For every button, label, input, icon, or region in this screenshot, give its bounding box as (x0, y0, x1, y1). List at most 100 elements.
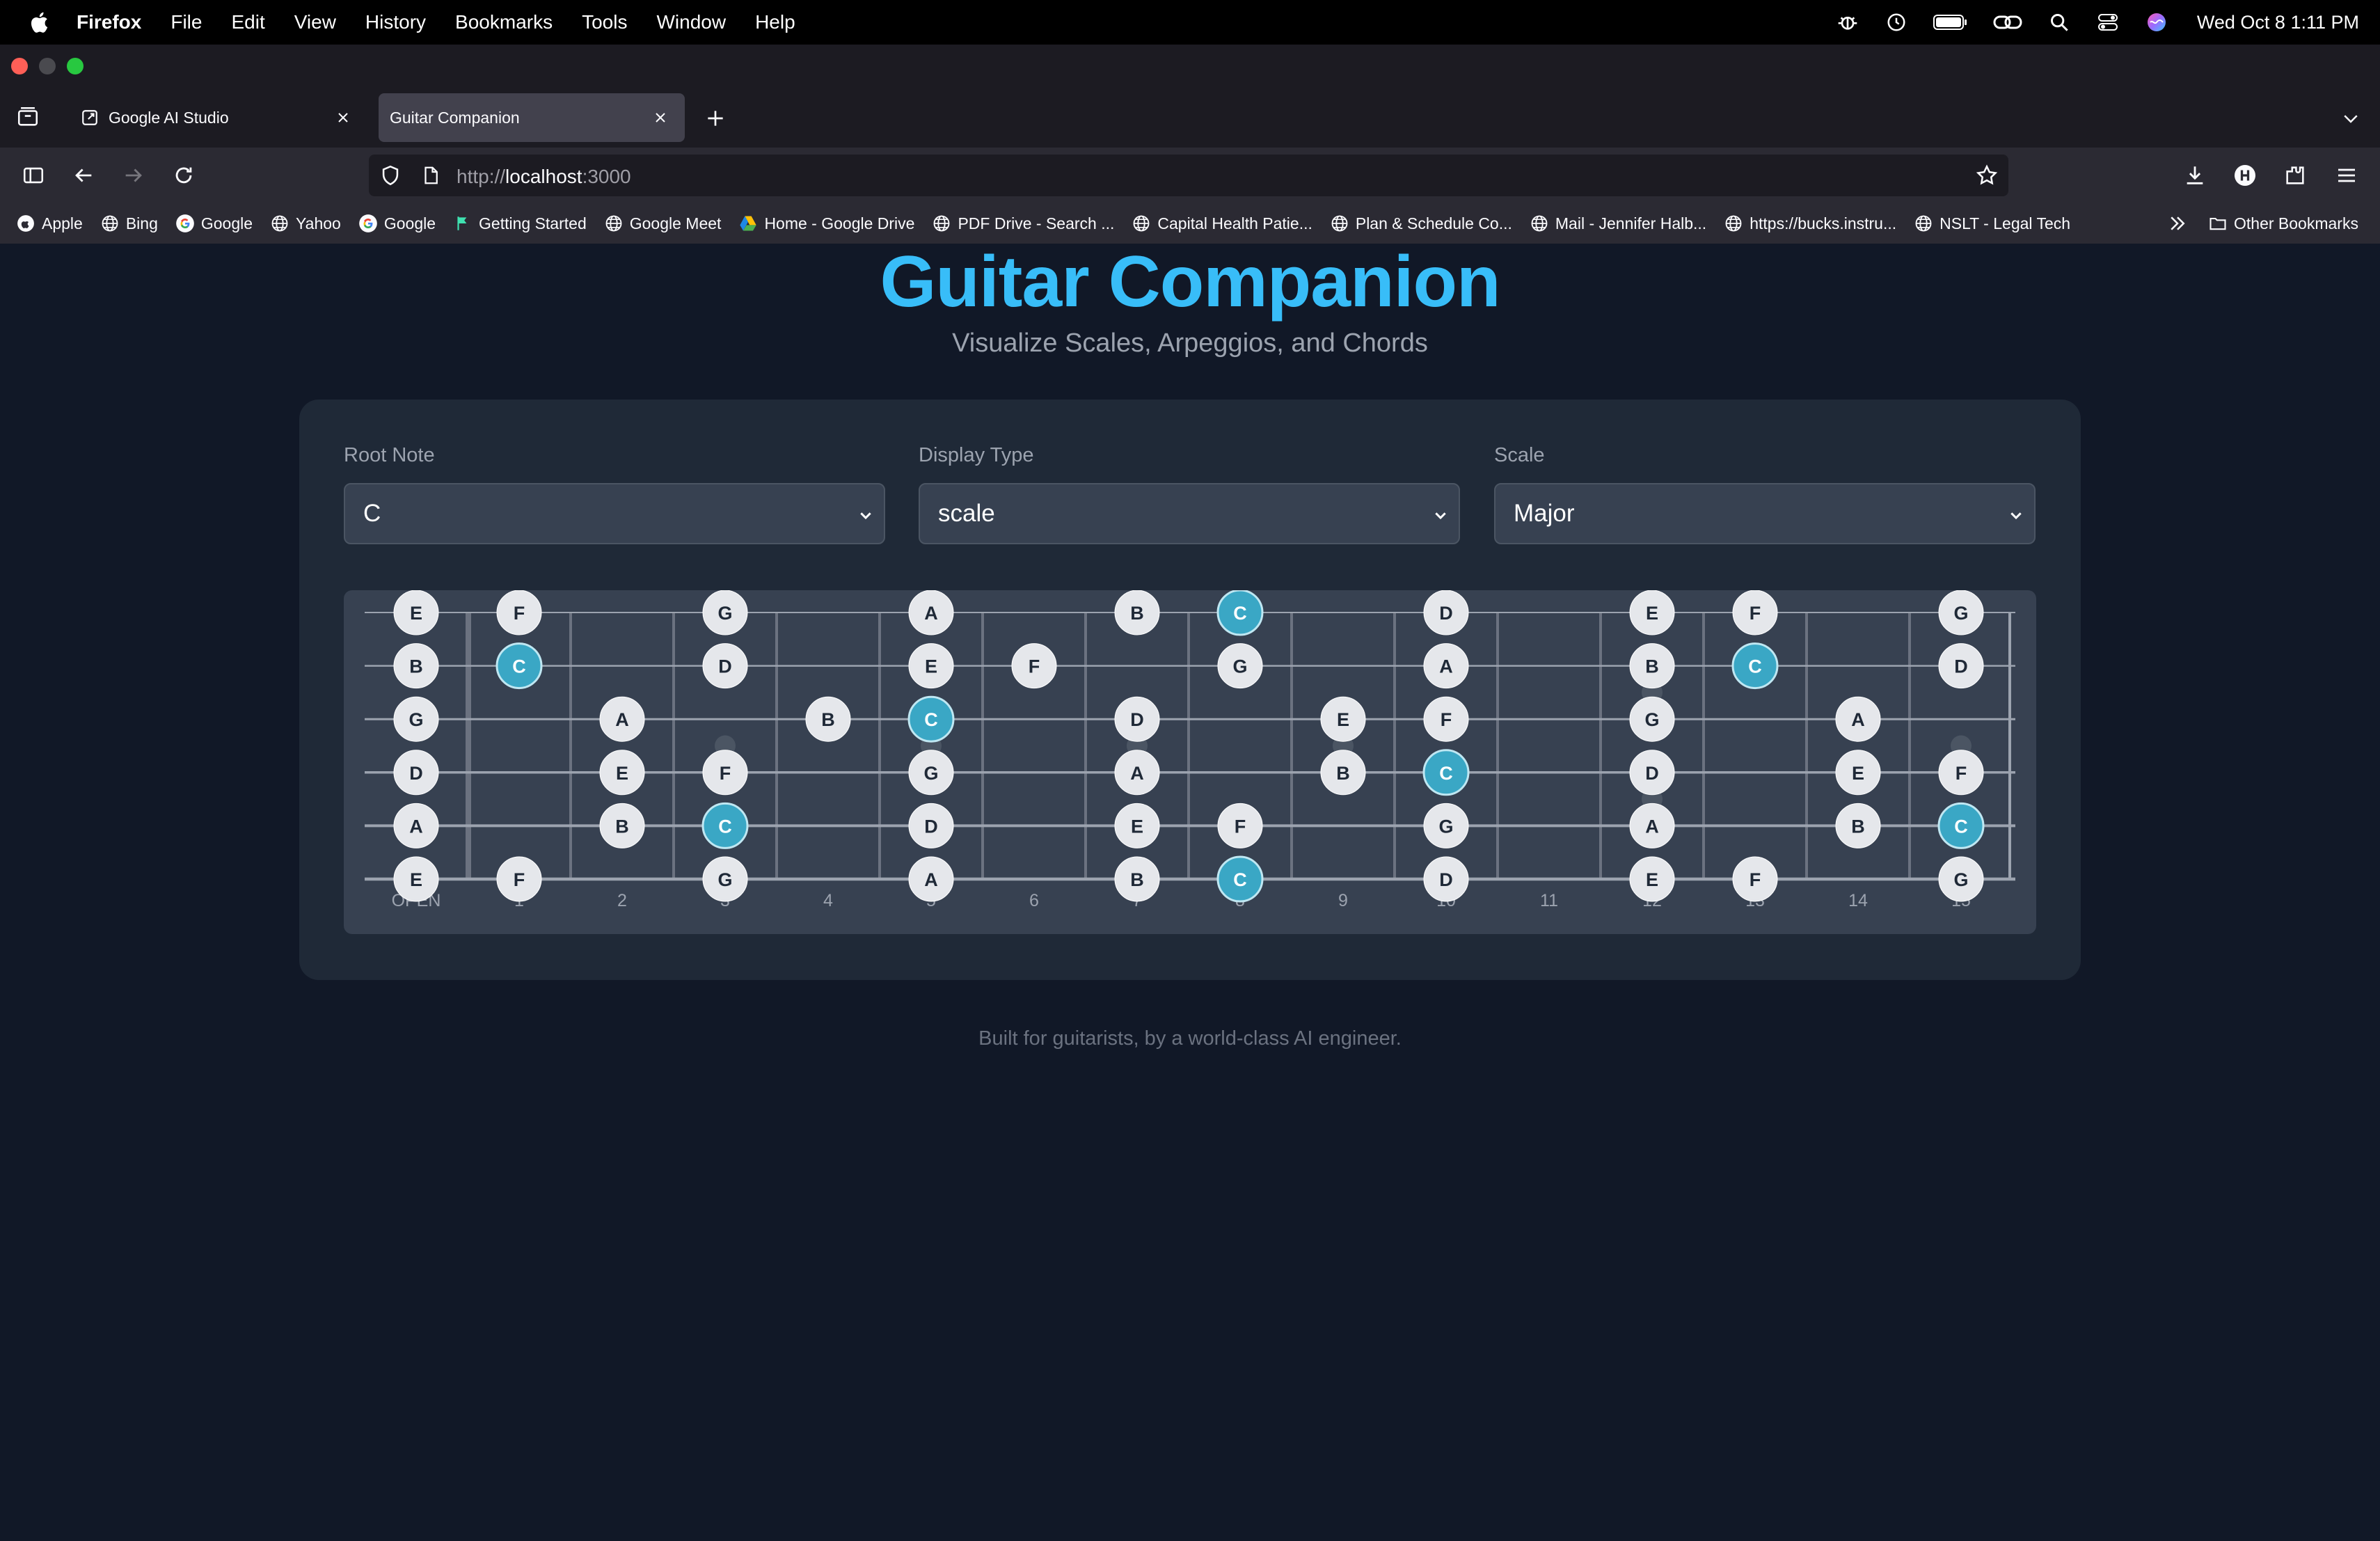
bookmark-item[interactable]: Mail - Jennifer Halb... (1529, 213, 1706, 234)
scale-note-marker[interactable]: E (1320, 696, 1366, 742)
other-bookmarks-folder[interactable]: Other Bookmarks (2207, 213, 2358, 234)
scale-note-marker[interactable]: D (1423, 856, 1469, 902)
scale-note-marker[interactable]: D (908, 803, 954, 848)
scale-note-marker[interactable]: B (805, 696, 851, 742)
root-note-marker[interactable]: C (495, 642, 543, 690)
root-note-marker[interactable]: C (1937, 802, 1985, 849)
bookmark-item[interactable]: Yahoo (269, 213, 341, 234)
bookmark-item[interactable]: Google (175, 213, 253, 234)
scale-note-marker[interactable]: F (1732, 856, 1778, 902)
scale-note-marker[interactable]: B (1320, 750, 1366, 796)
scale-note-marker[interactable]: F (496, 856, 542, 902)
scale-note-marker[interactable]: E (1629, 590, 1675, 635)
scale-note-marker[interactable]: E (599, 750, 645, 796)
scale-note-marker[interactable]: D (393, 750, 439, 796)
menu-window[interactable]: Window (656, 11, 726, 33)
bookmark-item[interactable]: Google (358, 213, 436, 234)
scale-note-marker[interactable]: G (1423, 803, 1469, 848)
scale-note-marker[interactable]: F (1217, 803, 1263, 848)
tab-google-ai-studio[interactable]: Google AI Studio (67, 93, 367, 142)
url-text[interactable]: http://localhost:3000 (457, 166, 631, 188)
scale-note-marker[interactable]: G (702, 856, 748, 902)
scale-note-marker[interactable]: E (1835, 750, 1881, 796)
menu-history[interactable]: History (365, 11, 426, 33)
bookmark-item[interactable]: NSLT - Legal Tech (1913, 213, 2070, 234)
root-note-marker[interactable]: C (907, 695, 955, 743)
close-tab-icon[interactable] (331, 106, 355, 129)
menu-edit[interactable]: Edit (231, 11, 264, 33)
scale-note-marker[interactable]: G (393, 696, 439, 742)
forward-arrow-icon[interactable] (118, 160, 149, 191)
scale-note-marker[interactable]: A (908, 590, 954, 635)
root-note-marker[interactable]: C (1422, 749, 1470, 796)
scale-note-marker[interactable]: D (1423, 590, 1469, 635)
bookmark-item[interactable]: Google Meet (603, 213, 721, 234)
page-info-icon[interactable] (420, 164, 441, 187)
scale-note-marker[interactable]: B (1114, 590, 1160, 635)
scale-note-marker[interactable]: E (393, 590, 439, 635)
tab-guitar-companion[interactable]: Guitar Companion (379, 93, 685, 142)
scale-note-marker[interactable]: G (1629, 696, 1675, 742)
scale-note-marker[interactable]: G (1938, 590, 1984, 635)
hamburger-menu-icon[interactable] (2331, 160, 2362, 191)
scale-note-marker[interactable]: E (908, 643, 954, 689)
close-tab-icon[interactable] (649, 106, 672, 129)
link-icon[interactable] (1992, 11, 2023, 33)
bookmark-star-icon[interactable] (1975, 164, 1999, 187)
scale-note-marker[interactable]: A (393, 803, 439, 848)
scale-select[interactable]: Major (1494, 483, 2036, 544)
menubar-clock[interactable]: Wed Oct 8 1:11 PM (2197, 12, 2359, 33)
bookmark-item[interactable]: Plan & Schedule Co... (1329, 213, 1512, 234)
bookmark-item[interactable]: Getting Started (452, 213, 587, 234)
tab-list-icon[interactable] (13, 102, 43, 132)
root-note-marker[interactable]: C (1216, 855, 1264, 903)
scale-note-marker[interactable]: D (1938, 643, 1984, 689)
siri-icon[interactable] (2144, 11, 2169, 33)
scale-note-marker[interactable]: G (1938, 856, 1984, 902)
scale-note-marker[interactable]: G (908, 750, 954, 796)
root-note-select[interactable]: C (344, 483, 885, 544)
root-note-marker[interactable]: C (1731, 642, 1779, 690)
root-note-marker[interactable]: C (1216, 589, 1264, 636)
reload-icon[interactable] (168, 160, 199, 191)
display-type-select[interactable]: scale (919, 483, 1460, 544)
zoom-window-button[interactable] (67, 58, 84, 74)
scale-note-marker[interactable]: B (1114, 856, 1160, 902)
menu-help[interactable]: Help (755, 11, 795, 33)
url-bar[interactable]: http://localhost:3000 (369, 155, 2008, 196)
menu-tools[interactable]: Tools (582, 11, 627, 33)
menu-bookmarks[interactable]: Bookmarks (455, 11, 553, 33)
menu-view[interactable]: View (294, 11, 336, 33)
scale-note-marker[interactable]: D (1629, 750, 1675, 796)
back-arrow-icon[interactable] (68, 160, 99, 191)
bookmark-item[interactable]: Apple (15, 213, 83, 234)
spotlight-icon[interactable] (2047, 11, 2072, 33)
scale-note-marker[interactable]: F (1732, 590, 1778, 635)
scale-note-marker[interactable]: A (1629, 803, 1675, 848)
new-tab-icon[interactable] (700, 103, 731, 134)
menu-file[interactable]: File (170, 11, 202, 33)
more-bookmarks-chevron-icon[interactable] (2167, 213, 2188, 234)
menu-app-name[interactable]: Firefox (77, 11, 141, 33)
scale-note-marker[interactable]: F (1423, 696, 1469, 742)
bookmark-item[interactable]: Home - Google Drive (738, 213, 914, 234)
root-note-marker[interactable]: C (701, 802, 749, 849)
minimize-window-button[interactable] (39, 58, 56, 74)
scale-note-marker[interactable]: D (702, 643, 748, 689)
scale-note-marker[interactable]: B (1835, 803, 1881, 848)
bookmark-item[interactable]: Bing (100, 213, 158, 234)
bookmark-item[interactable]: PDF Drive - Search ... (931, 213, 1114, 234)
list-all-tabs-chevron-down-icon[interactable] (2335, 103, 2366, 134)
close-window-button[interactable] (11, 58, 28, 74)
scale-note-marker[interactable]: B (599, 803, 645, 848)
scale-note-marker[interactable]: A (1423, 643, 1469, 689)
clock-icon[interactable] (1884, 11, 1909, 33)
scale-note-marker[interactable]: G (1217, 643, 1263, 689)
bookmark-item[interactable]: Capital Health Patie... (1131, 213, 1312, 234)
scale-note-marker[interactable]: E (1629, 856, 1675, 902)
battery-icon[interactable] (1933, 11, 1969, 33)
scale-note-marker[interactable]: A (1114, 750, 1160, 796)
control-center-icon[interactable] (2095, 11, 2120, 33)
scale-note-marker[interactable]: B (393, 643, 439, 689)
scale-note-marker[interactable]: E (393, 856, 439, 902)
